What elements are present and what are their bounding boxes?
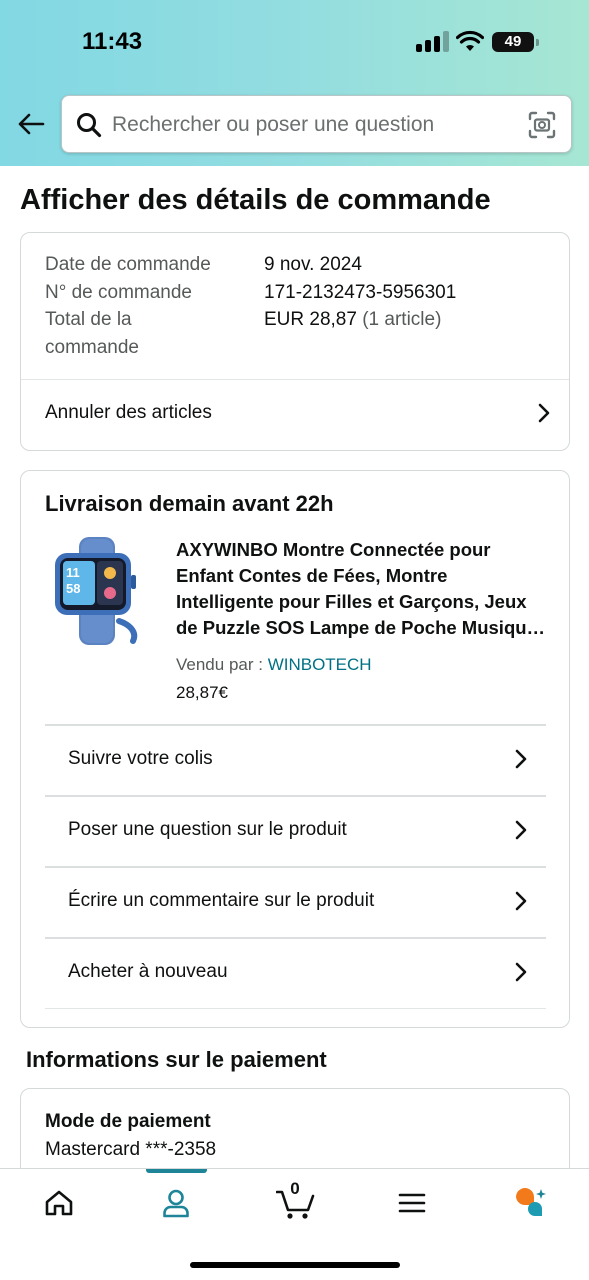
home-icon: [45, 1190, 73, 1216]
chevron-right-icon: [515, 891, 527, 911]
action-label: Écrire un commentaire sur le produit: [68, 890, 375, 911]
write-review-row[interactable]: Écrire un commentaire sur le produit: [68, 879, 528, 923]
order-number-label: N° de commande: [45, 282, 192, 303]
nav-rufus[interactable]: [510, 1183, 550, 1223]
menu-icon: [398, 1193, 426, 1213]
divider: [45, 866, 546, 868]
sold-by-label: Vendu par :: [176, 655, 268, 674]
payment-method-value: Mastercard ***-2358: [45, 1139, 217, 1160]
action-label: Suivre votre colis: [68, 748, 213, 769]
chevron-right-icon: [515, 962, 527, 982]
order-summary-card: Date de commande 9 nov. 2024 N° de comma…: [20, 232, 570, 451]
battery-level: 49: [504, 33, 522, 50]
search-bar[interactable]: [61, 95, 572, 153]
action-label: Acheter à nouveau: [68, 961, 228, 982]
cellular-signal-icon: [416, 30, 450, 52]
cancel-items-row[interactable]: Annuler des articles: [45, 393, 551, 433]
divider: [21, 379, 569, 380]
page-title: Afficher des détails de commande: [20, 184, 491, 216]
app-header: 11:43 49: [0, 0, 589, 166]
product-price: 28,87€: [176, 683, 228, 702]
divider: [45, 937, 546, 939]
nav-menu[interactable]: [392, 1183, 432, 1223]
divider: [45, 795, 546, 797]
cancel-items-label: Annuler des articles: [45, 402, 212, 423]
search-input[interactable]: [112, 106, 512, 144]
product-image[interactable]: 11 58: [53, 537, 143, 645]
nav-home[interactable]: [39, 1183, 79, 1223]
track-package-row[interactable]: Suivre votre colis: [68, 737, 528, 781]
status-time: 11:43: [82, 28, 143, 55]
nav-active-indicator: [146, 1169, 207, 1173]
order-total-label-line2: commande: [45, 337, 139, 358]
chevron-right-icon: [515, 820, 527, 840]
divider: [45, 1008, 546, 1009]
status-icons: 49: [416, 30, 539, 56]
ai-assistant-icon: [516, 1188, 546, 1216]
camera-search-icon[interactable]: [528, 111, 556, 139]
sold-by: Vendu par : WINBOTECH: [176, 655, 372, 675]
watch-minute-text: 58: [66, 581, 80, 596]
chevron-right-icon: [515, 749, 527, 769]
order-total-items: (1 article): [362, 309, 442, 330]
order-total-amount: EUR 28,87: [264, 309, 357, 330]
order-total-label-line1: Total de la: [45, 309, 132, 330]
wifi-icon: [456, 30, 484, 51]
search-icon: [77, 113, 102, 138]
delivery-title: Livraison demain avant 22h: [45, 491, 334, 516]
nav-account[interactable]: [156, 1183, 196, 1223]
ask-question-row[interactable]: Poser une question sur le produit: [68, 808, 528, 852]
divider: [45, 724, 546, 726]
home-indicator[interactable]: [190, 1262, 400, 1268]
delivery-card: Livraison demain avant 22h 11 58 AXYWINB…: [20, 470, 570, 1028]
chevron-right-icon: [538, 403, 550, 423]
nav-cart[interactable]: 0: [274, 1179, 318, 1223]
product-title-link[interactable]: AXYWINBO Montre Connectée pour Enfant Co…: [176, 537, 548, 641]
person-icon: [163, 1189, 189, 1218]
cart-count: 0: [290, 1179, 300, 1198]
watch-hour-text: 11: [66, 565, 80, 580]
order-number-value: 171-2132473-5956301: [264, 282, 457, 303]
payment-method-label: Mode de paiement: [45, 1111, 211, 1132]
order-date-label: Date de commande: [45, 254, 211, 275]
seller-link[interactable]: WINBOTECH: [268, 655, 372, 674]
action-label: Poser une question sur le produit: [68, 819, 347, 840]
payment-section-title: Informations sur le paiement: [26, 1047, 327, 1072]
order-date-value: 9 nov. 2024: [264, 254, 362, 275]
order-total-value: EUR 28,87 (1 article): [264, 309, 441, 331]
arrow-left-icon: [18, 113, 45, 135]
battery-icon: 49: [492, 32, 534, 52]
buy-again-row[interactable]: Acheter à nouveau: [68, 950, 528, 994]
back-button[interactable]: [14, 106, 48, 142]
